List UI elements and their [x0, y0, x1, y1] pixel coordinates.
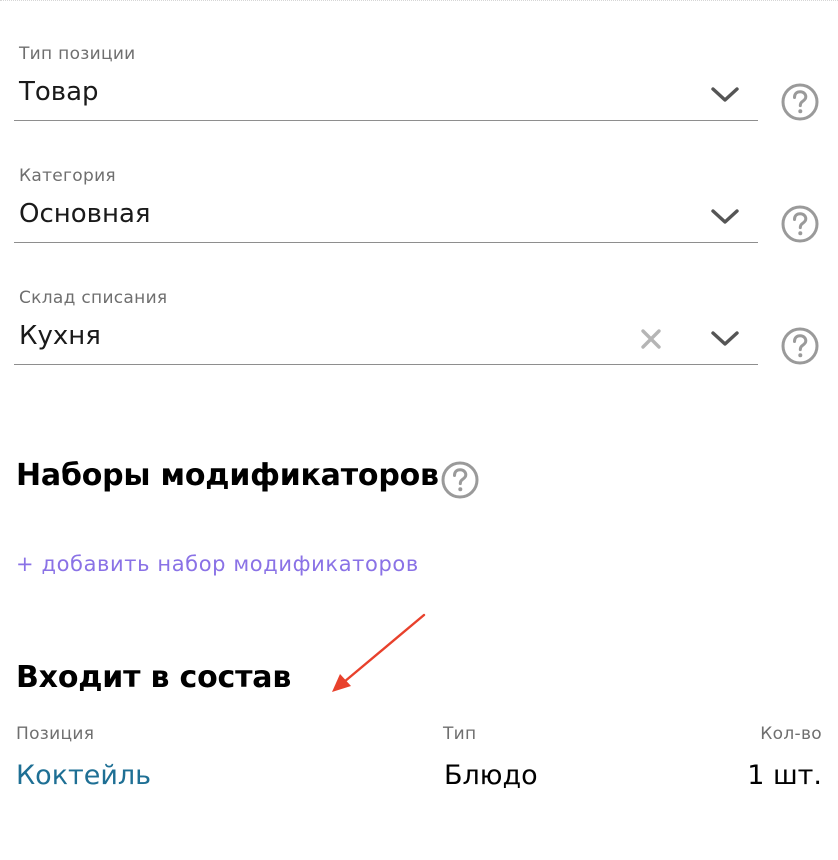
- add-modifier-set-link[interactable]: + добавить набор модификаторов: [16, 552, 419, 576]
- help-icon[interactable]: [780, 326, 820, 366]
- position-link[interactable]: Коктейль: [16, 760, 151, 791]
- field-label: Категория: [19, 166, 116, 186]
- help-icon[interactable]: [780, 204, 820, 244]
- chevron-down-icon[interactable]: [710, 330, 740, 348]
- field-category[interactable]: Категория Основная: [14, 166, 758, 258]
- field-underline: [14, 364, 758, 365]
- red-arrow-annotation: [332, 613, 426, 692]
- column-header-position: Позиция: [16, 724, 95, 744]
- field-underline: [14, 242, 758, 243]
- composition-section-title: Входит в состав: [16, 660, 292, 695]
- help-icon[interactable]: [780, 82, 820, 122]
- field-label: Склад списания: [19, 288, 168, 308]
- help-icon[interactable]: [440, 460, 480, 500]
- field-underline: [14, 120, 758, 121]
- top-divider: [0, 0, 838, 1]
- chevron-down-icon[interactable]: [710, 86, 740, 104]
- column-header-type: Тип: [443, 724, 477, 744]
- field-value[interactable]: Основная: [19, 199, 151, 229]
- field-value[interactable]: Кухня: [19, 321, 101, 351]
- position-type: Блюдо: [444, 760, 538, 791]
- page: Тип позиции Товар Категория Основная Скл…: [0, 0, 838, 860]
- column-header-quantity: Кол-во: [760, 724, 822, 744]
- modifiers-section-title: Наборы модификаторов: [16, 458, 439, 493]
- field-value[interactable]: Товар: [19, 77, 99, 107]
- field-label: Тип позиции: [19, 44, 136, 64]
- field-warehouse[interactable]: Склад списания Кухня: [14, 288, 758, 380]
- clear-icon[interactable]: [636, 324, 666, 354]
- field-item-type[interactable]: Тип позиции Товар: [14, 44, 758, 136]
- chevron-down-icon[interactable]: [710, 208, 740, 226]
- position-quantity: 1 шт.: [747, 760, 822, 791]
